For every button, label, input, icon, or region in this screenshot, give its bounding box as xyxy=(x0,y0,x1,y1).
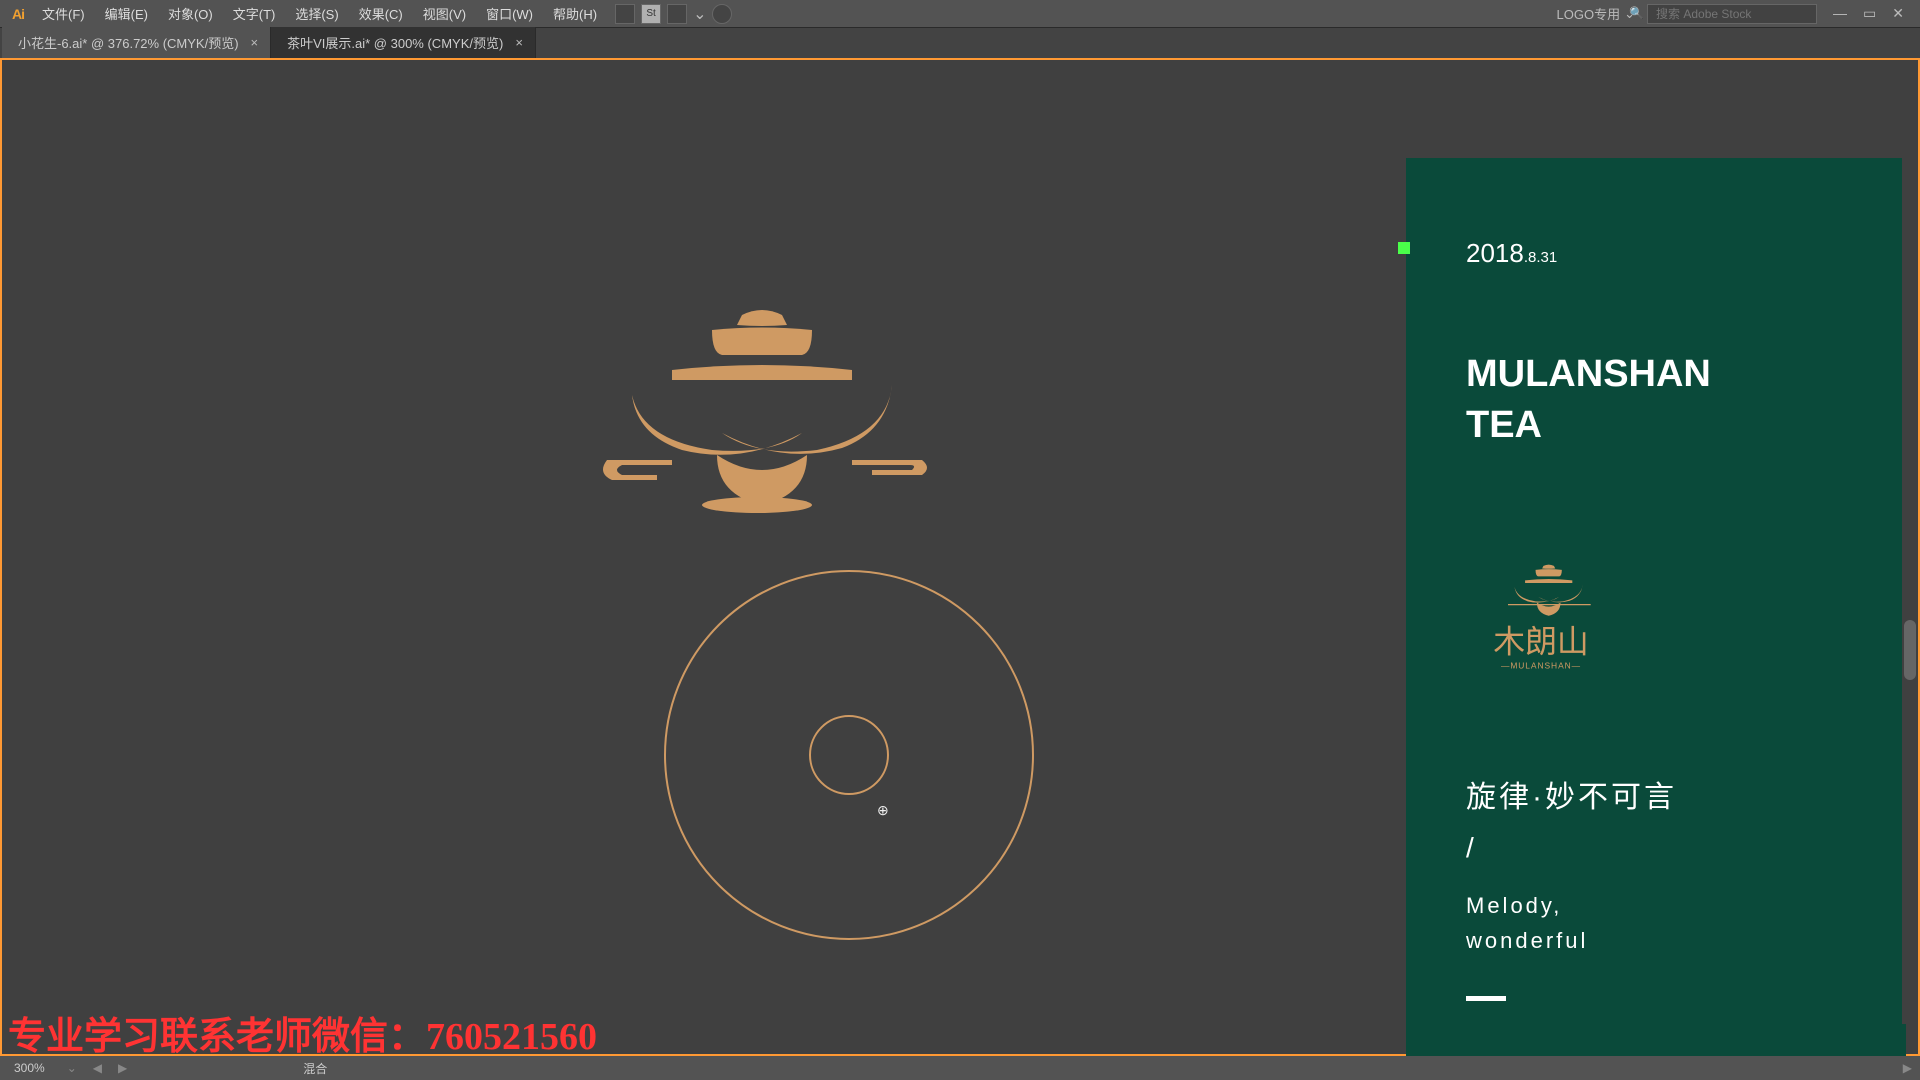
promo-date: 2018.8.31 xyxy=(1466,238,1846,269)
menu-effect[interactable]: 效果(C) xyxy=(349,0,413,27)
nav-prev-icon[interactable]: ◀ xyxy=(93,1061,102,1075)
vertical-scrollbar[interactable] xyxy=(1902,120,1918,1024)
promo-brand-title: MULANSHAN TEA xyxy=(1466,349,1846,452)
tab-label: 茶叶VI展示.ai* @ 300% (CMYK/预览) xyxy=(287,33,503,52)
promo-en-slogan: Melody, wonderful xyxy=(1466,888,1846,958)
close-icon[interactable]: × xyxy=(515,35,523,50)
menu-bar: Ai 文件(F) 编辑(E) 对象(O) 文字(T) 选择(S) 效果(C) 视… xyxy=(0,0,1920,28)
promo-slash: / xyxy=(1466,832,1846,864)
workspace-label: LOGO专用 xyxy=(1557,4,1621,23)
promo-divider xyxy=(1466,996,1506,1001)
minimize-button[interactable]: — xyxy=(1829,5,1851,22)
inner-circle-path[interactable] xyxy=(809,715,889,795)
app-logo: Ai xyxy=(4,6,32,22)
canvas-area[interactable]: ⊕ 2018.8.31 MULANSHAN TEA xyxy=(0,58,1920,1056)
chevron-down-icon[interactable]: ⌄ xyxy=(67,1061,77,1075)
artboard-marker xyxy=(1398,242,1410,254)
tool-hint: 混合 xyxy=(303,1060,327,1077)
close-icon[interactable]: × xyxy=(251,35,259,50)
nav-next-icon[interactable]: ▶ xyxy=(118,1061,127,1075)
teapot-logo-artwork[interactable] xyxy=(572,305,952,545)
menu-file[interactable]: 文件(F) xyxy=(32,0,95,27)
menu-type[interactable]: 文字(T) xyxy=(223,0,286,27)
st-tool-icon[interactable]: St xyxy=(641,4,661,24)
document-tab-2[interactable]: 茶叶VI展示.ai* @ 300% (CMYK/预览) × xyxy=(271,27,536,58)
menu-help[interactable]: 帮助(H) xyxy=(543,0,607,27)
promo-logo: 木朗山 —MULANSHAN— xyxy=(1466,562,1846,682)
document-tab-1[interactable]: 小花生-6.ai* @ 376.72% (CMYK/预览) × xyxy=(2,27,271,58)
menu-object[interactable]: 对象(O) xyxy=(158,0,223,27)
chevron-down-icon[interactable]: ⌄ xyxy=(693,4,706,24)
blend-circles-artwork[interactable] xyxy=(664,570,1034,940)
search-input[interactable] xyxy=(1647,4,1817,24)
menu-window[interactable]: 窗口(W) xyxy=(476,0,543,27)
cn-brand-name: 木朗山 xyxy=(1493,623,1589,659)
zoom-level[interactable]: 300% xyxy=(8,1061,51,1075)
menu-edit[interactable]: 编辑(E) xyxy=(95,0,158,27)
tab-label: 小花生-6.ai* @ 376.72% (CMYK/预览) xyxy=(18,33,239,52)
scroll-thumb[interactable] xyxy=(1904,620,1916,680)
menu-select[interactable]: 选择(S) xyxy=(285,0,348,27)
workspace-switcher[interactable]: LOGO专用 ⌄ xyxy=(1557,4,1635,23)
cn-brand-sub: —MULANSHAN— xyxy=(1501,660,1581,670)
status-bar: 300% ⌄ ◀ ▶ 混合 ▶ xyxy=(0,1056,1920,1080)
control-bar-tools: St ⌄ xyxy=(615,4,732,24)
arrange-icon[interactable] xyxy=(667,4,687,24)
maximize-button[interactable]: ▭ xyxy=(1859,5,1880,22)
close-button[interactable]: ✕ xyxy=(1888,5,1908,22)
preferences-icon[interactable] xyxy=(712,4,732,24)
search-icon: 🔍 xyxy=(1629,6,1644,20)
document-setup-icon[interactable] xyxy=(615,4,635,24)
nav-end-icon[interactable]: ▶ xyxy=(1903,1061,1912,1075)
promo-artboard[interactable]: 2018.8.31 MULANSHAN TEA xyxy=(1406,158,1906,1078)
document-tabs: 小花生-6.ai* @ 376.72% (CMYK/预览) × 茶叶VI展示.a… xyxy=(0,28,1920,58)
promo-cn-slogan: 旋律·妙不可言 xyxy=(1466,772,1846,816)
watermark-text: 专业学习联系老师微信：760521560 xyxy=(8,1005,597,1060)
menu-view[interactable]: 视图(V) xyxy=(413,0,476,27)
